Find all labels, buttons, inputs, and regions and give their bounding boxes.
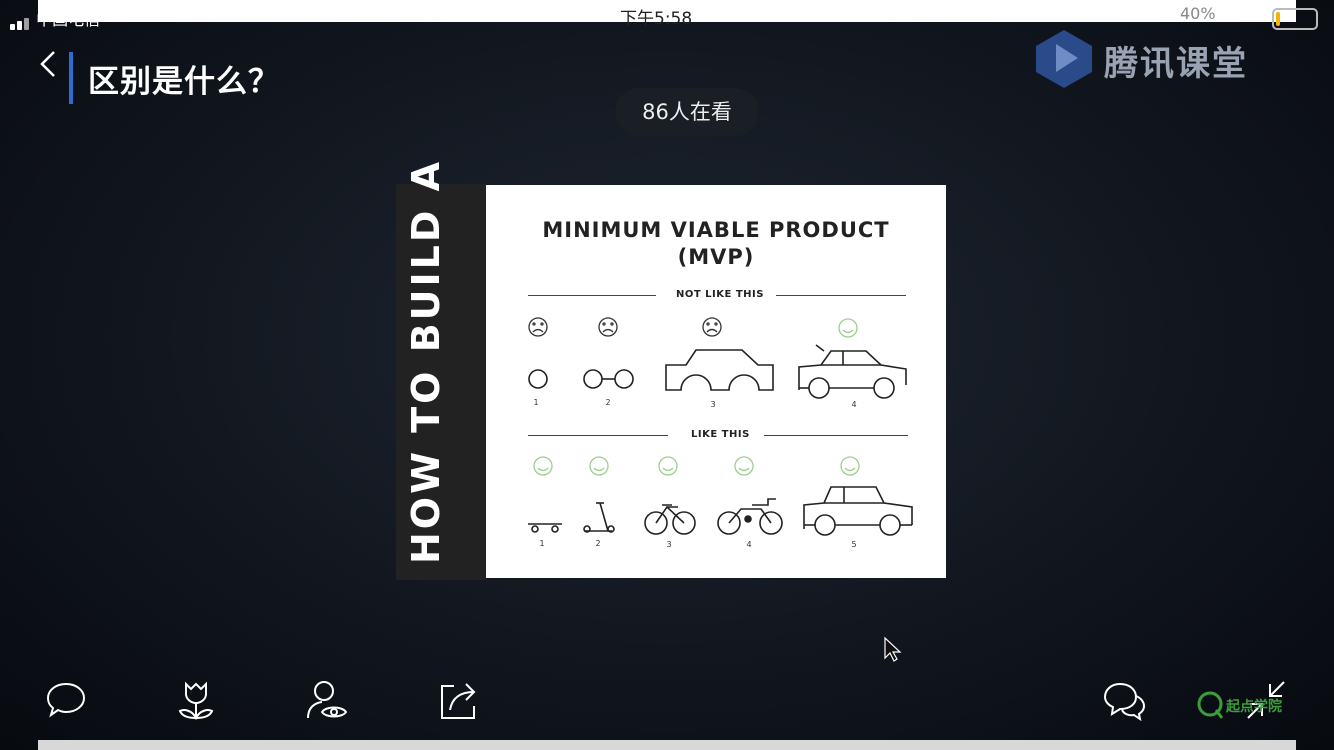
like-number: 5 [851,540,856,549]
share-icon[interactable] [436,678,480,722]
battery-icon [1272,8,1318,30]
watermark-icon [1197,691,1224,719]
comment-icon[interactable] [44,678,88,722]
cursor-icon [884,636,902,662]
page-title: 区别是什么？ [88,64,280,100]
flower-icon[interactable] [174,678,218,722]
title-accent [69,52,73,104]
status-bar: 中国电信 下午5:58 40% [0,0,1334,30]
watermark: 起点学院 [1196,690,1296,724]
watch-icon[interactable] [304,678,348,722]
battery-level [1276,12,1280,26]
brand-logo: 腾讯课堂 [1032,28,1272,90]
slide: HOW TO BUILD A MINIMUM VIABLE PRODUCT (M… [396,158,948,580]
mvp-illustration: 1 2 3 4 1 2 3 4 5 [528,317,913,549]
like-number: 3 [666,540,671,549]
home-indicator-bar [38,740,1296,750]
carrier: 中国电信 [10,6,100,30]
like-number: 1 [539,539,544,548]
not-like-number: 1 [533,398,538,407]
not-like-number: 4 [851,400,856,409]
like-number: 2 [595,539,600,548]
back-icon[interactable] [34,48,64,84]
watermark-text: 起点学院 [1226,699,1282,715]
slide-spine: HOW TO BUILD A [396,158,486,580]
carrier-label: 中国电信 [36,10,101,29]
clock: 下午5:58 [620,9,693,29]
slide-page: MINIMUM VIABLE PRODUCT (MVP) NOT LIKE TH… [486,185,946,578]
viewer-count: 86人在看 [615,88,759,136]
spine-text: HOW TO BUILD A [404,158,448,564]
bottom-controls [0,670,1334,730]
chat-icon[interactable] [1102,678,1146,722]
not-like-number: 2 [605,398,610,407]
battery-percent: 40% [1180,4,1216,23]
brand-name: 腾讯课堂 [1104,44,1248,84]
brand-icon [1036,30,1092,88]
not-like-number: 3 [710,400,715,409]
like-number: 4 [746,540,751,549]
